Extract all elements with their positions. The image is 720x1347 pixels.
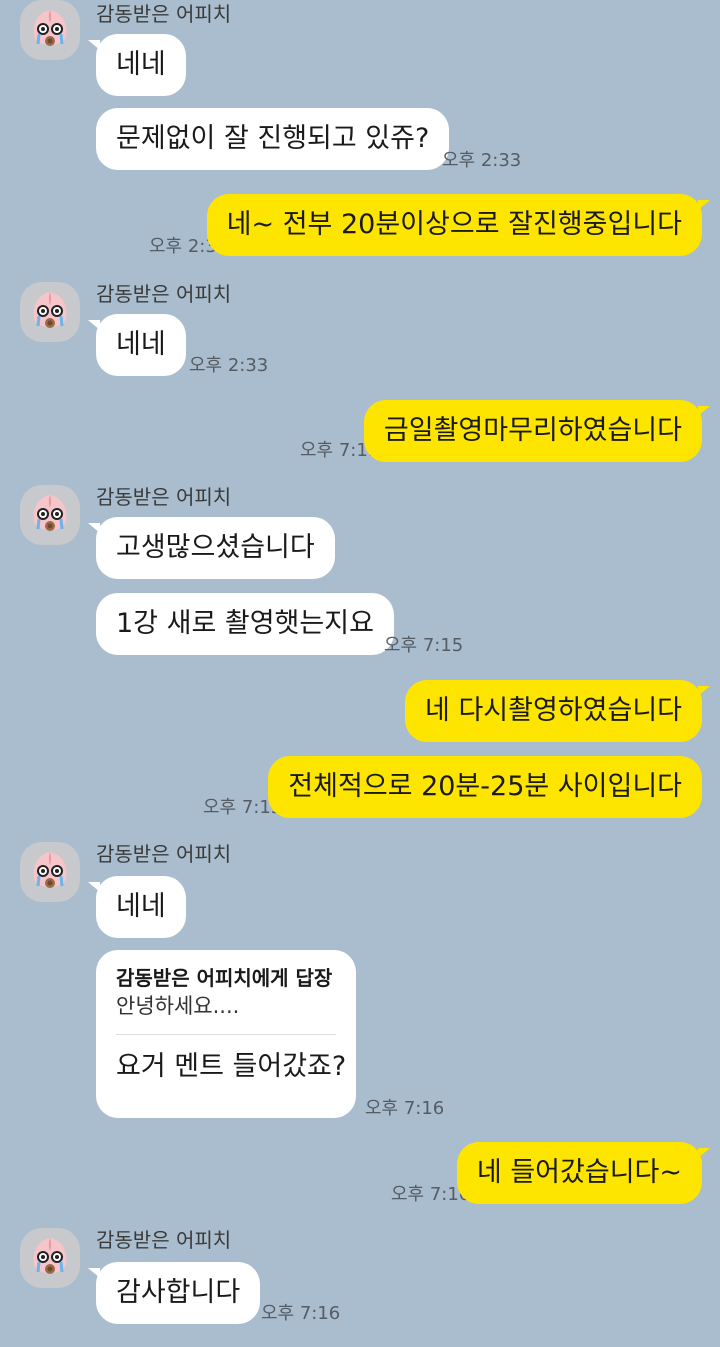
message-bubble-in[interactable]: 감사합니다 [87, 1262, 261, 1324]
reply-header: 감동받은 어피치에게 답장 [116, 966, 333, 990]
sender-name: 감동받은 어피치 [96, 485, 232, 509]
message-text: 네 들어갔습니다~ [476, 1157, 682, 1188]
message-bubble-in[interactable]: 네네 [88, 876, 186, 938]
message-text: 요거 멘트 들어갔죠? [116, 1051, 347, 1082]
message-bubble-out[interactable]: 네 다시촬영하였습니다 [405, 680, 710, 742]
message-bubble-in[interactable]: 1강 새로 촬영햇는지요 [96, 593, 394, 655]
apeach-crying-icon [33, 852, 67, 888]
reply-divider [116, 1034, 336, 1035]
sender-name: 감동받은 어피치 [96, 282, 232, 306]
message-bubble-in[interactable]: 문제없이 잘 진행되고 있쥬? [96, 108, 450, 170]
message-text: 금일촬영마무리하였습니다 [383, 415, 682, 446]
message-text: 네네 [116, 49, 166, 80]
sender-name: 감동받은 어피치 [96, 1228, 232, 1252]
message-text: 네네 [116, 891, 166, 922]
message-text: 네네 [116, 329, 166, 360]
message-text: 네 다시촬영하였습니다 [425, 695, 682, 726]
sender-avatar[interactable] [20, 485, 80, 545]
message-text: 문제없이 잘 진행되고 있쥬? [116, 123, 430, 154]
message-text: 고생많으셨습니다 [116, 532, 315, 563]
message-text: 감사합니다 [116, 1277, 241, 1308]
message-bubble-out[interactable]: 금일촬영마무리하였습니다 [363, 400, 711, 462]
apeach-crying-icon [33, 10, 67, 46]
message-text: 1강 새로 촬영햇는지요 [116, 608, 374, 639]
sender-avatar[interactable] [20, 1228, 80, 1288]
message-time: 오후 2:33 [442, 150, 522, 171]
message-text: 전체적으로 20분-25분 사이입니다 [288, 771, 682, 802]
message-time: 오후 7:16 [365, 1098, 445, 1119]
sender-avatar[interactable] [20, 842, 80, 902]
message-bubble-in[interactable]: 고생많으셨습니다 [88, 517, 335, 579]
reply-quoted-text[interactable]: 안녕하세요.... [116, 992, 336, 1020]
apeach-crying-icon [33, 292, 67, 328]
sender-avatar[interactable] [20, 0, 80, 60]
apeach-crying-icon [33, 1238, 67, 1274]
sender-avatar[interactable] [20, 282, 80, 342]
message-time: 오후 7:15 [384, 635, 464, 656]
sender-name: 감동받은 어피치 [96, 842, 232, 866]
message-time: 오후 2:33 [189, 355, 269, 376]
message-bubble-out[interactable]: 전체적으로 20분-25분 사이입니다 [268, 756, 702, 818]
message-bubble-out[interactable]: 네~ 전부 20분이상으로 잘진행중입니다 [206, 194, 711, 256]
apeach-crying-icon [33, 495, 67, 531]
sender-name: 감동받은 어피치 [96, 2, 232, 26]
message-bubble-in[interactable]: 네네 [88, 34, 186, 96]
reply-message-bubble[interactable]: 감동받은 어피치에게 답장 안녕하세요.... 요거 멘트 들어갔죠? [96, 950, 356, 1118]
message-text: 네~ 전부 20분이상으로 잘진행중입니다 [226, 209, 682, 240]
message-bubble-out[interactable]: 네 들어갔습니다~ [456, 1142, 711, 1204]
message-time: 오후 7:16 [261, 1303, 341, 1324]
message-bubble-in[interactable]: 네네 [88, 314, 186, 376]
